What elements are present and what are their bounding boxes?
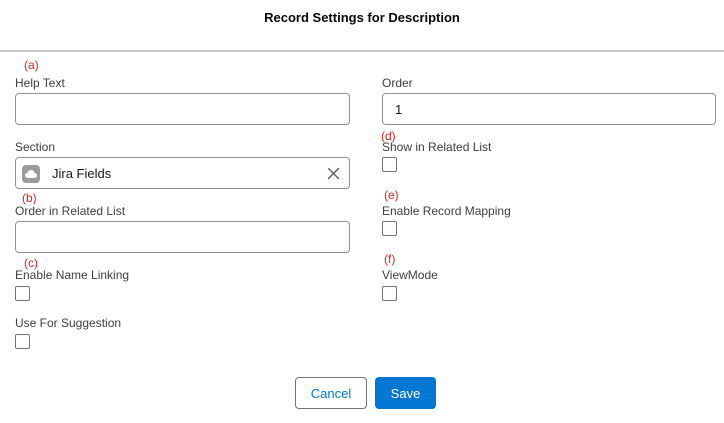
show-in-related-list-checkbox[interactable] <box>382 157 397 172</box>
enable-record-mapping-checkbox[interactable] <box>382 221 397 236</box>
annotation-e: (e) <box>384 188 399 202</box>
close-icon[interactable] <box>327 167 340 180</box>
section-label: Section <box>15 140 56 154</box>
enable-name-linking-checkbox[interactable] <box>15 286 30 301</box>
save-button[interactable]: Save <box>375 377 436 409</box>
view-mode-checkbox[interactable] <box>382 286 397 301</box>
order-in-related-list-input[interactable] <box>15 221 350 253</box>
modal-header: Record Settings for Description <box>0 0 724 52</box>
order-input[interactable]: 1 <box>382 93 716 125</box>
enable-record-mapping-label: Enable Record Mapping <box>382 204 511 218</box>
use-for-suggestion-label: Use For Suggestion <box>15 316 122 330</box>
cancel-button[interactable]: Cancel <box>295 377 367 409</box>
section-lookup[interactable]: Jira Fields <box>15 157 350 189</box>
show-in-related-list-label: Show in Related List <box>382 140 492 154</box>
help-text-label: Help Text <box>15 76 65 90</box>
modal-title: Record Settings for Description <box>264 10 460 25</box>
annotation-f: (f) <box>384 252 396 266</box>
section-value: Jira Fields <box>52 166 112 181</box>
annotation-a: (a) <box>24 58 39 72</box>
annotation-b: (b) <box>22 191 37 205</box>
order-label: Order <box>382 76 413 90</box>
order-in-related-list-label: Order in Related List <box>15 204 126 218</box>
view-mode-label: ViewMode <box>382 268 438 282</box>
use-for-suggestion-checkbox[interactable] <box>15 334 30 349</box>
enable-name-linking-label: Enable Name Linking <box>15 268 130 282</box>
order-value: 1 <box>395 102 403 117</box>
help-text-input[interactable] <box>15 93 350 125</box>
record-icon <box>22 165 40 183</box>
